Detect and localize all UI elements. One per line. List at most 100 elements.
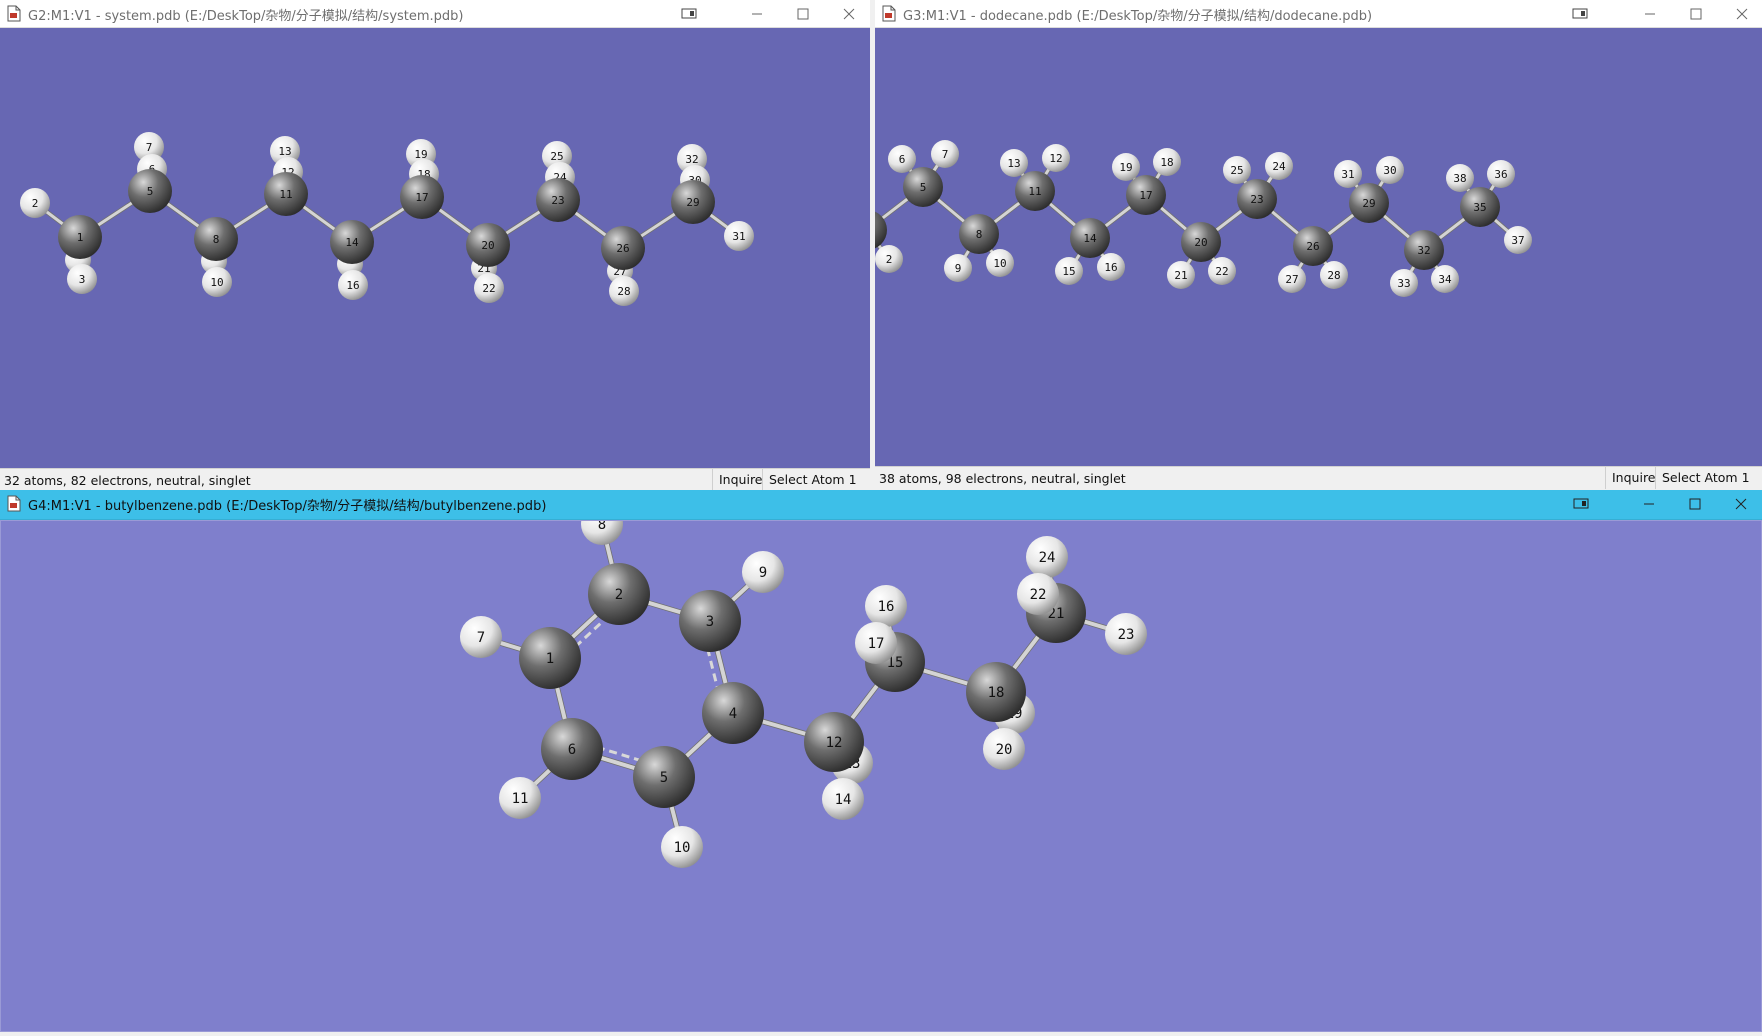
- carbon-atom-2[interactable]: 2: [588, 563, 650, 625]
- carbon-atom-8[interactable]: 8: [959, 214, 999, 254]
- carbon-atom-11[interactable]: 11: [1015, 171, 1055, 211]
- maximize-button[interactable]: [788, 2, 818, 26]
- hydrogen-atom-11[interactable]: 11: [499, 777, 541, 819]
- title-bar[interactable]: G3:M1:V1 - dodecane.pdb (E:/DeskTop/杂物/分…: [875, 0, 1762, 28]
- carbon-atom-35[interactable]: 35: [1460, 187, 1500, 227]
- display-button[interactable]: [1565, 2, 1595, 26]
- hydrogen-atom-22[interactable]: 22: [1017, 573, 1059, 615]
- hydrogen-atom-34[interactable]: 34: [1431, 265, 1459, 293]
- carbon-atom-3[interactable]: 3: [679, 590, 741, 652]
- carbon-atom-20[interactable]: 20: [466, 223, 510, 267]
- hydrogen-atom-2[interactable]: 2: [875, 245, 903, 273]
- hydrogen-atom-19[interactable]: 19: [1112, 153, 1140, 181]
- hydrogen-atom-8[interactable]: 8: [581, 521, 623, 545]
- carbon-atom-23[interactable]: 23: [1237, 179, 1277, 219]
- hydrogen-atom-37[interactable]: 37: [1504, 226, 1532, 254]
- carbon-atom-5[interactable]: 5: [128, 169, 172, 213]
- hydrogen-atom-20[interactable]: 20: [983, 728, 1025, 770]
- hydrogen-atom-16[interactable]: 16: [865, 585, 907, 627]
- carbon-atom-17[interactable]: 17: [1126, 175, 1166, 215]
- hydrogen-atom-24[interactable]: 24: [1026, 536, 1068, 578]
- hydrogen-atom-9[interactable]: 9: [742, 551, 784, 593]
- hydrogen-atom-24[interactable]: 24: [1265, 152, 1293, 180]
- hydrogen-atom-10[interactable]: 10: [986, 249, 1014, 277]
- display-button[interactable]: [1566, 492, 1596, 516]
- hydrogen-atom-28[interactable]: 28: [1320, 261, 1348, 289]
- select-atom-mode[interactable]: Select Atom 1: [762, 469, 863, 490]
- close-button[interactable]: [1727, 2, 1757, 26]
- title-bar[interactable]: G2:M1:V1 - system.pdb (E:/DeskTop/杂物/分子模…: [0, 0, 870, 28]
- hydrogen-atom-7[interactable]: 7: [460, 616, 502, 658]
- carbon-atom-6[interactable]: 6: [541, 718, 603, 780]
- carbon-atom-14[interactable]: 14: [1070, 218, 1110, 258]
- hydrogen-atom-22[interactable]: 22: [1208, 257, 1236, 285]
- hydrogen-atom-2[interactable]: 2: [20, 188, 50, 218]
- hydrogen-atom-12[interactable]: 12: [1042, 144, 1070, 172]
- select-atom-mode[interactable]: Select Atom 1: [1655, 467, 1756, 489]
- carbon-atom-8[interactable]: 8: [194, 217, 238, 261]
- carbon-atom-5[interactable]: 5: [903, 167, 943, 207]
- carbon-atom-12[interactable]: 12: [804, 712, 864, 772]
- carbon-atom-29[interactable]: 29: [671, 180, 715, 224]
- hydrogen-atom-6[interactable]: 6: [888, 145, 916, 173]
- carbon-atom-18[interactable]: 18: [966, 662, 1026, 722]
- carbon-atom-29[interactable]: 29: [1349, 183, 1389, 223]
- minimize-button[interactable]: [1635, 2, 1665, 26]
- hydrogen-atom-3[interactable]: 3: [67, 264, 97, 294]
- carbon-atom-23[interactable]: 23: [536, 178, 580, 222]
- molecule-canvas[interactable]: 897111016242313192314651215182114172022: [1, 521, 1761, 1031]
- hydrogen-atom-10[interactable]: 10: [202, 267, 232, 297]
- hydrogen-atom-30[interactable]: 30: [1376, 156, 1404, 184]
- carbon-atom-26[interactable]: 26: [601, 226, 645, 270]
- hydrogen-atom-17[interactable]: 17: [855, 622, 897, 664]
- hydrogen-atom-28[interactable]: 28: [609, 276, 639, 306]
- carbon-atom-4[interactable]: 4: [702, 682, 764, 744]
- inquire-mode[interactable]: Inquire: [712, 469, 769, 490]
- title-bar[interactable]: G4:M1:V1 - butylbenzene.pdb (E:/DeskTop/…: [0, 490, 1762, 520]
- window-system[interactable]: G2:M1:V1 - system.pdb (E:/DeskTop/杂物/分子模…: [0, 0, 870, 490]
- hydrogen-atom-31[interactable]: 31: [724, 221, 754, 251]
- hydrogen-atom-27[interactable]: 27: [1278, 265, 1306, 293]
- carbon-atom-26[interactable]: 26: [1293, 226, 1333, 266]
- maximize-button[interactable]: [1680, 492, 1710, 516]
- minimize-button[interactable]: [1634, 492, 1664, 516]
- maximize-button[interactable]: [1681, 2, 1711, 26]
- display-button[interactable]: [674, 2, 704, 26]
- carbon-atom-1[interactable]: 1: [519, 627, 581, 689]
- hydrogen-atom-21[interactable]: 21: [1167, 261, 1195, 289]
- close-button[interactable]: [1726, 492, 1756, 516]
- carbon-atom-5[interactable]: 5: [633, 746, 695, 808]
- hydrogen-atom-36[interactable]: 36: [1487, 160, 1515, 188]
- carbon-atom-11[interactable]: 11: [264, 172, 308, 216]
- minimize-button[interactable]: [742, 2, 772, 26]
- hydrogen-atom-31[interactable]: 31: [1334, 160, 1362, 188]
- molecule-canvas[interactable]: 4671312191825243130383637158111417202326…: [875, 28, 1762, 466]
- hydrogen-atom-15[interactable]: 15: [1055, 257, 1083, 285]
- hydrogen-atom-13[interactable]: 13: [1000, 149, 1028, 177]
- hydrogen-atom-9[interactable]: 9: [944, 254, 972, 282]
- hydrogen-atom-18[interactable]: 18: [1153, 148, 1181, 176]
- hydrogen-atom-38[interactable]: 38: [1446, 164, 1474, 192]
- molecule-viewport[interactable]: 897111016242313192314651215182114172022: [0, 520, 1762, 1032]
- hydrogen-atom-22[interactable]: 22: [474, 273, 504, 303]
- hydrogen-atom-14[interactable]: 14: [822, 778, 864, 820]
- window-butylbenzene[interactable]: G4:M1:V1 - butylbenzene.pdb (E:/DeskTop/…: [0, 490, 1762, 1036]
- molecule-canvas[interactable]: 2713192532316121821242730158111417202326…: [0, 28, 870, 468]
- hydrogen-atom-10[interactable]: 10: [661, 826, 703, 868]
- close-button[interactable]: [834, 2, 864, 26]
- carbon-atom-1[interactable]: 1: [58, 215, 102, 259]
- hydrogen-atom-33[interactable]: 33: [1390, 269, 1418, 297]
- hydrogen-atom-23[interactable]: 23: [1105, 613, 1147, 655]
- hydrogen-atom-16[interactable]: 16: [338, 270, 368, 300]
- hydrogen-atom-7[interactable]: 7: [931, 140, 959, 168]
- carbon-atom-17[interactable]: 17: [400, 175, 444, 219]
- carbon-atom-32[interactable]: 32: [1404, 230, 1444, 270]
- carbon-atom-14[interactable]: 14: [330, 220, 374, 264]
- molecule-viewport[interactable]: 2713192532316121821242730158111417202326…: [0, 28, 870, 468]
- hydrogen-atom-25[interactable]: 25: [1223, 156, 1251, 184]
- hydrogen-atom-16[interactable]: 16: [1097, 253, 1125, 281]
- molecule-viewport[interactable]: 4671312191825243130383637158111417202326…: [875, 28, 1762, 466]
- inquire-mode[interactable]: Inquire: [1605, 467, 1662, 489]
- window-dodecane[interactable]: G3:M1:V1 - dodecane.pdb (E:/DeskTop/杂物/分…: [875, 0, 1762, 490]
- carbon-atom-20[interactable]: 20: [1181, 222, 1221, 262]
